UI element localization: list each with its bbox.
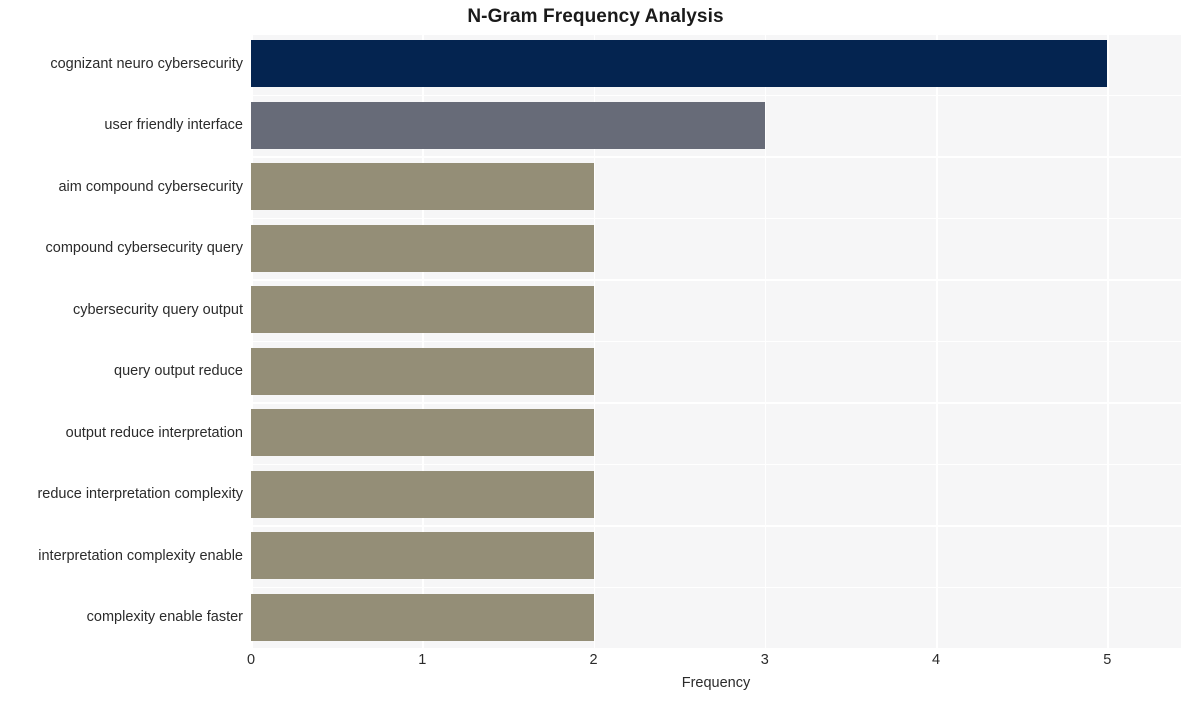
y-axis-tick-label: output reduce interpretation	[65, 424, 243, 441]
y-axis-tick-label: aim compound cybersecurity	[58, 178, 243, 195]
x-axis-tick-label: 5	[1103, 652, 1112, 668]
bar[interactable]	[251, 470, 594, 518]
x-axis-tick-label: 4	[932, 652, 941, 668]
y-axis-tick-label: complexity enable faster	[86, 609, 243, 626]
bars-group	[251, 33, 1181, 648]
chart-figure: N-Gram Frequency Analysis cognizant neur…	[0, 0, 1191, 701]
y-axis-tick-labels: cognizant neuro cybersecurity user friend…	[0, 33, 243, 648]
gridline-horizontal	[251, 648, 1181, 650]
bar[interactable]	[251, 532, 594, 580]
plot-area	[251, 33, 1181, 650]
bar[interactable]	[251, 163, 594, 211]
x-axis-tick-labels: 0 1 2 3 4 5	[247, 652, 1181, 674]
x-axis-tick-label: 1	[418, 652, 427, 668]
y-axis-tick-label: cybersecurity query output	[72, 301, 243, 318]
bar[interactable]	[251, 593, 594, 641]
y-axis-tick-label: reduce interpretation complexity	[37, 486, 243, 503]
x-axis-tick-label: 2	[589, 652, 598, 668]
page-title: N-Gram Frequency Analysis	[467, 6, 724, 27]
bar[interactable]	[251, 409, 594, 457]
x-axis-tick-label: 3	[760, 652, 769, 668]
bar[interactable]	[251, 347, 594, 395]
y-axis-tick-label: compound cybersecurity query	[45, 240, 243, 257]
bar[interactable]	[251, 40, 1108, 88]
bar[interactable]	[251, 224, 594, 272]
y-axis-tick-label: query output reduce	[114, 363, 243, 380]
bar[interactable]	[251, 101, 765, 149]
y-axis-tick-label: user friendly interface	[104, 117, 243, 134]
y-axis-tick-label: interpretation complexity enable	[38, 547, 243, 564]
x-axis-title: Frequency	[681, 675, 751, 691]
y-axis-tick-label: cognizant neuro cybersecurity	[50, 55, 243, 72]
bar[interactable]	[251, 286, 594, 334]
x-axis-tick-label: 0	[246, 652, 256, 668]
